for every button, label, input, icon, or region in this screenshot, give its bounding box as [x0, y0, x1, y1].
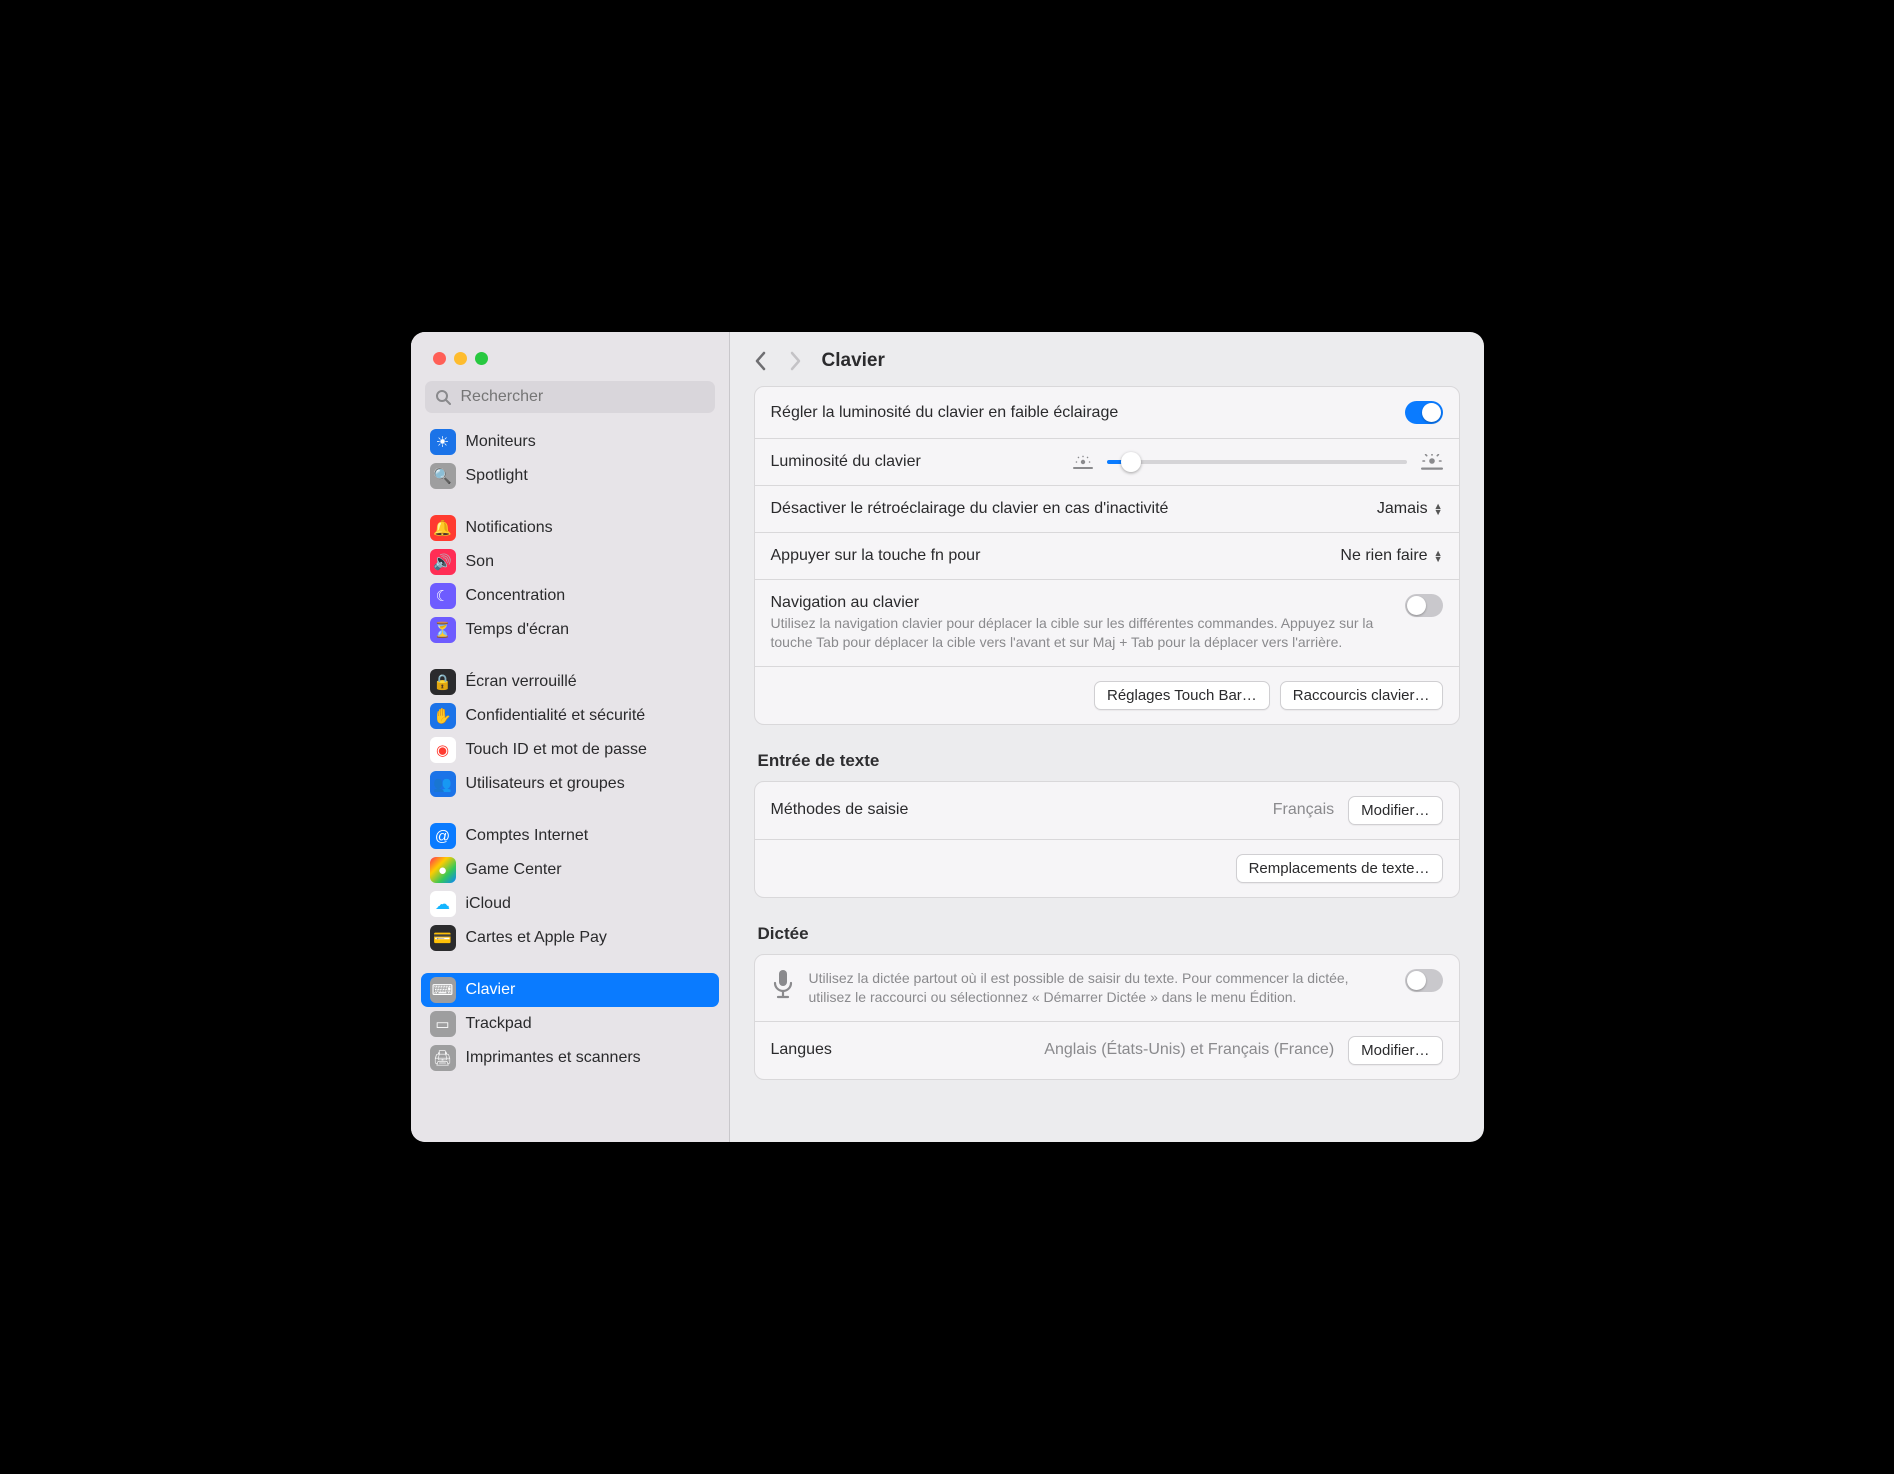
utilisateurs-icon: 👥 — [430, 771, 456, 797]
nav-back-button[interactable] — [754, 351, 768, 371]
fn-key-label: Appuyer sur la touche fn pour — [771, 547, 981, 565]
system-settings-window: ☀︎ Moniteurs 🔍 Spotlight 🔔 Notifications 🔊 Son ☾… — [411, 332, 1484, 1142]
trackpad-icon: ▭ — [430, 1011, 456, 1037]
main-content: Clavier Régler la luminosité du clavier … — [730, 332, 1484, 1142]
temps-ecran-icon: ⏳ — [430, 617, 456, 643]
sidebar-item-confidentialite[interactable]: ✋ Confidentialité et sécurité — [421, 699, 719, 733]
sidebar-item-label: Touch ID et mot de passe — [466, 741, 647, 759]
sidebar-item-imprimantes[interactable]: 🖨︎ Imprimantes et scanners — [421, 1041, 719, 1075]
text-replacements-button[interactable]: Remplacements de texte… — [1236, 854, 1443, 883]
text-input-section-title: Entrée de texte — [758, 751, 1460, 771]
sidebar-item-label: Cartes et Apple Pay — [466, 929, 607, 947]
keyboard-brightness-panel: Régler la luminosité du clavier en faibl… — [754, 386, 1460, 725]
keyboard-shortcuts-button[interactable]: Raccourcis clavier… — [1280, 681, 1443, 710]
dictation-languages-value: Anglais (États-Unis) et Français (France… — [1044, 1041, 1334, 1059]
input-methods-value: Français — [1273, 801, 1334, 819]
sidebar-item-label: Concentration — [466, 587, 566, 605]
cartes-apple-pay-icon: 💳 — [430, 925, 456, 951]
adjust-brightness-toggle[interactable] — [1405, 401, 1443, 424]
sidebar-item-temps-ecran[interactable]: ⏳ Temps d'écran — [421, 613, 719, 647]
brightness-high-icon — [1421, 454, 1443, 470]
sidebar-item-trackpad[interactable]: ▭ Trackpad — [421, 1007, 719, 1041]
sidebar-item-ecran-verrouille[interactable]: 🔒 Écran verrouillé — [421, 665, 719, 699]
keyboard-nav-desc: Utilisez la navigation clavier pour dépl… — [771, 614, 1385, 652]
dictation-section-title: Dictée — [758, 924, 1460, 944]
content-scroll[interactable]: Régler la luminosité du clavier en faibl… — [730, 386, 1484, 1142]
search-icon — [435, 389, 451, 405]
sidebar-item-game-center[interactable]: ● Game Center — [421, 853, 719, 887]
window-controls — [411, 332, 729, 365]
sidebar-list[interactable]: ☀︎ Moniteurs 🔍 Spotlight 🔔 Notifications 🔊 Son ☾… — [411, 421, 729, 1142]
minimize-window-button[interactable] — [454, 352, 467, 365]
touch-id-icon: ◉ — [430, 737, 456, 763]
sidebar-item-notifications[interactable]: 🔔 Notifications — [421, 511, 719, 545]
sidebar-item-moniteurs[interactable]: ☀︎ Moniteurs — [421, 425, 719, 459]
dictation-desc: Utilisez la dictée partout où il est pos… — [809, 969, 1385, 1007]
sidebar-item-icloud[interactable]: ☁︎ iCloud — [421, 887, 719, 921]
close-window-button[interactable] — [433, 352, 446, 365]
spotlight-icon: 🔍 — [430, 463, 456, 489]
sidebar-item-cartes-apple-pay[interactable]: 💳 Cartes et Apple Pay — [421, 921, 719, 955]
microphone-icon — [771, 969, 795, 999]
text-input-panel: Méthodes de saisie Français Modifier… Re… — [754, 781, 1460, 898]
moniteurs-icon: ☀︎ — [430, 429, 456, 455]
ecran-verrouille-icon: 🔒 — [430, 669, 456, 695]
clavier-icon: ⌨︎ — [430, 977, 456, 1003]
sidebar-item-comptes-internet[interactable]: @ Comptes Internet — [421, 819, 719, 853]
sidebar-item-label: Comptes Internet — [466, 827, 589, 845]
keyboard-brightness-slider[interactable] — [1073, 454, 1443, 470]
sidebar-item-clavier[interactable]: ⌨︎ Clavier — [421, 973, 719, 1007]
imprimantes-icon: 🖨︎ — [430, 1045, 456, 1071]
sidebar-item-label: Temps d'écran — [466, 621, 570, 639]
sidebar-item-label: Clavier — [466, 981, 516, 999]
sidebar-item-label: Notifications — [466, 519, 553, 537]
sidebar-item-touch-id[interactable]: ◉ Touch ID et mot de passe — [421, 733, 719, 767]
sidebar-item-label: Spotlight — [466, 467, 528, 485]
page-title: Clavier — [822, 350, 885, 372]
nav-forward-button[interactable] — [788, 351, 802, 371]
zoom-window-button[interactable] — [475, 352, 488, 365]
sidebar-item-utilisateurs[interactable]: 👥 Utilisateurs et groupes — [421, 767, 719, 801]
keyboard-nav-label: Navigation au clavier — [771, 594, 1385, 612]
sidebar-item-label: Imprimantes et scanners — [466, 1049, 641, 1067]
sidebar-item-label: Utilisateurs et groupes — [466, 775, 625, 793]
sidebar-item-son[interactable]: 🔊 Son — [421, 545, 719, 579]
backlight-off-label: Désactiver le rétroéclairage du clavier … — [771, 500, 1169, 518]
sidebar-item-label: Moniteurs — [466, 433, 536, 451]
confidentialite-icon: ✋ — [430, 703, 456, 729]
sidebar-item-label: Écran verrouillé — [466, 673, 577, 691]
comptes-internet-icon: @ — [430, 823, 456, 849]
adjust-brightness-label: Régler la luminosité du clavier en faibl… — [771, 404, 1119, 422]
keyboard-brightness-label: Luminosité du clavier — [771, 453, 921, 471]
backlight-off-select[interactable]: Jamais ▲▼ — [1377, 500, 1443, 518]
dictation-toggle[interactable] — [1405, 969, 1443, 992]
chevron-up-down-icon: ▲▼ — [1434, 503, 1443, 515]
dictation-languages-modify-button[interactable]: Modifier… — [1348, 1036, 1442, 1065]
son-icon: 🔊 — [430, 549, 456, 575]
search-input[interactable] — [459, 387, 705, 407]
dictation-panel: Utilisez la dictée partout où il est pos… — [754, 954, 1460, 1080]
search-field[interactable] — [425, 381, 715, 413]
fn-key-select[interactable]: Ne rien faire ▲▼ — [1340, 547, 1442, 565]
chevron-up-down-icon: ▲▼ — [1434, 550, 1443, 562]
sidebar-item-label: Confidentialité et sécurité — [466, 707, 646, 725]
sidebar-item-label: Trackpad — [466, 1015, 532, 1033]
touch-bar-settings-button[interactable]: Réglages Touch Bar… — [1094, 681, 1270, 710]
sidebar: ☀︎ Moniteurs 🔍 Spotlight 🔔 Notifications 🔊 Son ☾… — [411, 332, 730, 1142]
sidebar-item-label: Game Center — [466, 861, 562, 879]
input-methods-label: Méthodes de saisie — [771, 801, 909, 819]
dictation-languages-label: Langues — [771, 1041, 832, 1059]
sidebar-item-spotlight[interactable]: 🔍 Spotlight — [421, 459, 719, 493]
sidebar-item-label: iCloud — [466, 895, 511, 913]
sidebar-item-label: Son — [466, 553, 494, 571]
brightness-low-icon — [1073, 455, 1093, 469]
input-methods-modify-button[interactable]: Modifier… — [1348, 796, 1442, 825]
keyboard-nav-toggle[interactable] — [1405, 594, 1443, 617]
concentration-icon: ☾ — [430, 583, 456, 609]
topbar: Clavier — [730, 332, 1484, 386]
notifications-icon: 🔔 — [430, 515, 456, 541]
sidebar-item-concentration[interactable]: ☾ Concentration — [421, 579, 719, 613]
game-center-icon: ● — [430, 857, 456, 883]
icloud-icon: ☁︎ — [430, 891, 456, 917]
